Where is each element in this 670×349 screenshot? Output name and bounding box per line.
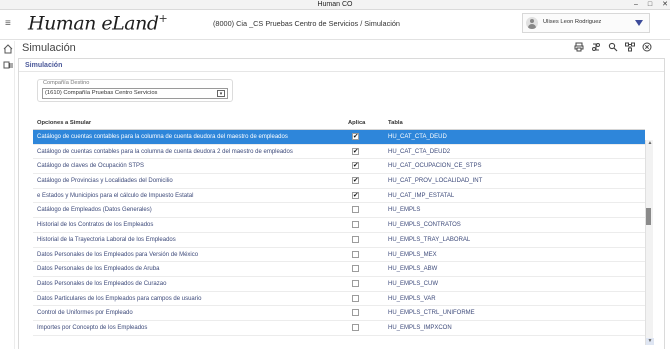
header-table[interactable]: Tabla [388,120,403,126]
row-option: Datos Particulares de los Empleados para… [37,295,202,302]
row-table: HU_EMPLS_MEX [388,251,437,258]
module-icon[interactable] [3,60,13,70]
header-option[interactable]: Opciones a Simular [37,120,91,126]
sidebar [0,41,15,349]
table-row[interactable]: Datos Personales de los Empleados de Aru… [33,262,645,277]
apply-checkbox[interactable] [352,147,359,155]
row-option: Catálogo de Empleados (Datos Generales) [37,207,152,214]
home-icon[interactable] [3,44,13,54]
close-icon[interactable] [642,42,652,52]
window-title: Human CO [317,1,353,8]
row-table: HU_EMPLS_IMPXCON [388,324,452,331]
row-option: Historial de los Contratos de los Emplea… [37,222,154,229]
minimize-icon[interactable]: – [634,0,638,10]
row-table: HU_EMPLS_VAR [388,295,436,302]
apply-checkbox[interactable] [352,161,359,170]
settings-sync-icon[interactable] [591,42,601,52]
scroll-down-icon[interactable]: ▼ [646,338,654,345]
row-table: HU_EMPLS [388,207,421,214]
table-row[interactable]: Datos Personales de los Empleados de Cur… [33,277,645,292]
apply-checkbox[interactable] [352,176,359,185]
header-apply[interactable]: Aplica [348,120,365,126]
company-select[interactable]: (1610) Compañía Pruebas Centro Servicios… [42,88,228,99]
row-option: Control de Uniformes por Empleado [37,310,133,317]
apply-checkbox[interactable] [352,250,359,258]
row-table: HU_EMPLS_TRAY_LABORAL [388,236,471,243]
window-controls: – □ ✕ [634,0,668,10]
apply-checkbox[interactable] [352,265,359,273]
row-table: HU_EMPLS_ABW [388,266,438,273]
options-grid: Opciones a Simular Aplica Tabla Catálogo… [33,117,645,336]
hamburger-icon[interactable]: ≡ [5,18,11,29]
apply-checkbox[interactable] [352,206,359,214]
panel-title: Simulación [19,59,664,72]
apply-checkbox[interactable] [352,235,359,243]
page-scrollbar-thumb[interactable] [646,208,651,225]
toolbar [574,42,652,52]
table-row[interactable]: e Estados y Municipios para el cálculo d… [33,189,645,204]
grid-scrollbar[interactable]: ▲ ▼ [645,140,654,345]
page-title: Simulación [22,42,76,54]
window-titlebar: Human CO – □ ✕ [0,0,670,10]
row-option: Catálogo de Provincias y Localidades del… [37,178,173,185]
table-row[interactable]: Historial de los Contratos de los Emplea… [33,218,645,233]
search-icon[interactable] [608,42,618,52]
company-group: Compañía Destino (1610) Compañía Pruebas… [37,79,233,102]
apply-checkbox[interactable] [352,279,359,287]
maximize-icon[interactable]: □ [648,0,652,10]
apply-checkbox[interactable] [352,294,359,302]
row-option: Datos Personales de los Empleados de Aru… [37,266,160,273]
apply-checkbox[interactable] [352,323,359,331]
row-option: Catálogo de cuentas contables para la co… [37,148,293,155]
row-table: HU_CAT_CTA_DEUD2 [388,148,451,155]
table-row[interactable]: Catálogo de Provincias y Localidades del… [33,174,645,189]
row-table: HU_EMPLS_CONTRATOS [388,222,461,229]
hierarchy-icon[interactable] [625,42,635,52]
table-row[interactable]: Datos Personales de los Empleados para V… [33,248,645,263]
logo: Human eLand+ [28,12,168,35]
print-icon[interactable] [574,42,584,52]
chevron-down-icon[interactable]: ▾ [217,90,225,97]
apply-checkbox[interactable] [352,191,359,199]
user-menu[interactable]: Ulises Leon Rodriguez [522,13,650,33]
table-row[interactable]: Catálogo de Empleados (Datos Generales) H… [33,203,645,219]
close-window-icon[interactable]: ✕ [662,0,668,10]
table-row[interactable]: Catálogo de cuentas contables para la co… [33,130,645,145]
row-table: HU_CAT_PROV_LOCALIDAD_INT [388,178,483,185]
table-row[interactable]: Control de Uniformes por Empleado HU_EMPL… [33,306,645,321]
row-option: Historial de la Trayectoria Laboral de l… [37,236,176,243]
top-bar: ≡ Human eLand+ (8000) Cia _CS Pruebas Ce… [0,10,670,40]
row-table: HU_EMPLS_CUW [388,280,439,287]
company-value: (1610) Compañía Pruebas Centro Servicios [45,90,158,96]
simulation-panel: Simulación Compañía Destino (1610) Compa… [18,58,665,349]
apply-checkbox[interactable] [352,221,359,229]
row-option: Importes por Concepto de los Empleados [37,324,148,331]
table-row[interactable]: Datos Particulares de los Empleados para… [33,292,645,307]
apply-checkbox[interactable] [352,309,359,317]
scroll-up-icon[interactable]: ▲ [646,140,654,147]
table-row[interactable]: Catálogo de cuentas contables para la co… [33,145,645,160]
row-option: Catálogo de cuentas contables para la co… [37,134,288,140]
breadcrumb: (8000) Cia _CS Pruebas Centro de Servici… [213,19,400,28]
table-row[interactable]: Historial de la Trayectoria Laboral de l… [33,233,645,248]
table-row[interactable]: Catálogo de claves de Ocupación STPS HU_C… [33,159,645,175]
grid-header: Opciones a Simular Aplica Tabla [33,117,645,130]
user-name: Ulises Leon Rodriguez [543,19,602,25]
apply-checkbox[interactable] [352,132,359,140]
row-table: HU_CAT_IMP_ESTATAL [388,192,455,199]
table-row[interactable]: Importes por Concepto de los Empleados HU… [33,321,645,336]
grid-body: Catálogo de cuentas contables para la co… [33,130,645,336]
row-option: Datos Personales de los Empleados para V… [37,251,199,258]
chevron-down-icon[interactable] [635,20,643,26]
avatar [526,17,538,29]
company-label: Compañía Destino [43,80,90,86]
row-option: Datos Personales de los Empleados de Cur… [37,280,167,287]
row-table: HU_CAT_CTA_DEUD [388,134,447,140]
row-option: Catálogo de claves de Ocupación STPS [37,163,145,170]
row-table: HU_EMPLS_CTRL_UNIFORME [388,310,475,317]
row-table: HU_CAT_OCUPACION_CE_STPS [388,163,482,170]
row-option: e Estados y Municipios para el cálculo d… [37,192,194,199]
